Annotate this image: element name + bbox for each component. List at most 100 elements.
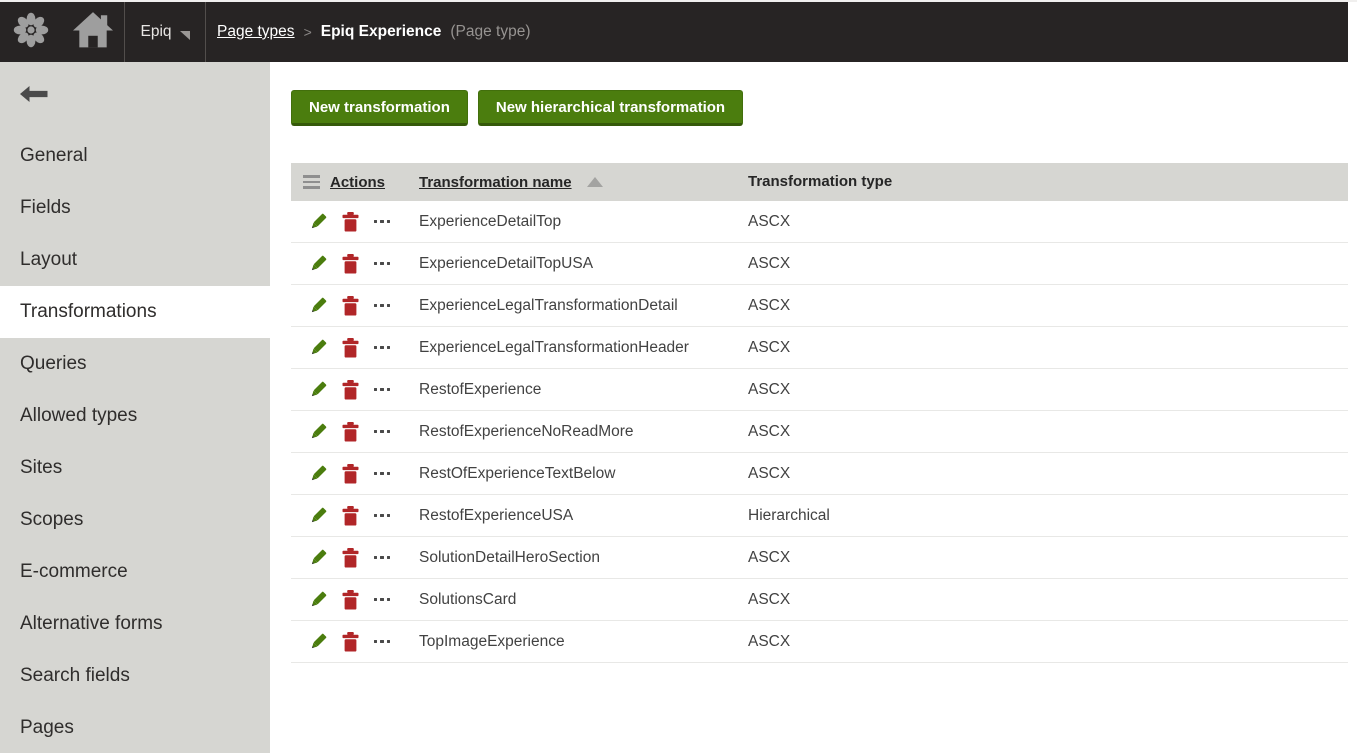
sidebar-item-general[interactable]: General <box>0 130 270 182</box>
sidebar-item-label: Queries <box>20 353 87 375</box>
transformation-type-cell: ASCX <box>748 591 1348 609</box>
transformations-table: Actions Transformation name Transformati… <box>291 163 1348 663</box>
table-row: RestOfExperienceTextBelow ASCX <box>291 453 1348 495</box>
sidebar-item-e-commerce[interactable]: E-commerce <box>0 546 270 598</box>
breadcrumb-page-type-suffix: (Page type) <box>450 23 530 41</box>
delete-trash-icon[interactable] <box>340 505 360 527</box>
table-row: ExperienceDetailTop ASCX <box>291 201 1348 243</box>
back-arrow-icon <box>19 85 49 108</box>
transformation-type-cell: ASCX <box>748 423 1348 441</box>
transformation-type-cell: ASCX <box>748 381 1348 399</box>
sidebar-nav: General Fields Layout Transformations Qu… <box>0 130 270 754</box>
delete-trash-icon[interactable] <box>340 547 360 569</box>
site-selector[interactable]: Epiq <box>125 2 205 62</box>
transformation-type-cell: ASCX <box>748 549 1348 567</box>
delete-trash-icon[interactable] <box>340 463 360 485</box>
edit-pencil-icon[interactable] <box>308 379 328 401</box>
edit-pencil-icon[interactable] <box>308 337 328 359</box>
delete-trash-icon[interactable] <box>340 379 360 401</box>
column-header-actions[interactable]: Actions <box>330 174 385 191</box>
edit-pencil-icon[interactable] <box>308 631 328 653</box>
more-actions-icon[interactable] <box>372 631 392 653</box>
more-actions-icon[interactable] <box>372 295 392 317</box>
table-row: SolutionDetailHeroSection ASCX <box>291 537 1348 579</box>
new-transformation-button[interactable]: New transformation <box>291 90 468 126</box>
back-button[interactable] <box>0 62 270 130</box>
top-header-bar: Epiq Page types > Epiq Experience (Page … <box>0 2 1348 62</box>
transformation-name-cell: RestOfExperienceTextBelow <box>419 465 748 483</box>
more-actions-icon[interactable] <box>372 211 392 233</box>
sidebar-item-queries[interactable]: Queries <box>0 338 270 390</box>
sidebar-item-transformations[interactable]: Transformations <box>0 286 270 338</box>
edit-pencil-icon[interactable] <box>308 505 328 527</box>
transformation-name-cell: RestofExperienceNoReadMore <box>419 423 748 441</box>
transformation-name-cell: ExperienceDetailTop <box>419 213 748 231</box>
transformation-name-cell: RestofExperienceUSA <box>419 507 748 525</box>
sidebar-item-pages[interactable]: Pages <box>0 702 270 754</box>
delete-trash-icon[interactable] <box>340 295 360 317</box>
breadcrumb-current-page: Epiq Experience <box>321 23 442 41</box>
new-hierarchical-transformation-button[interactable]: New hierarchical transformation <box>478 90 743 126</box>
more-actions-icon[interactable] <box>372 505 392 527</box>
delete-trash-icon[interactable] <box>340 337 360 359</box>
sidebar-item-label: Transformations <box>20 301 157 323</box>
sidebar-item-scopes[interactable]: Scopes <box>0 494 270 546</box>
delete-trash-icon[interactable] <box>340 589 360 611</box>
sidebar-item-allowed-types[interactable]: Allowed types <box>0 390 270 442</box>
more-actions-icon[interactable] <box>372 379 392 401</box>
delete-trash-icon[interactable] <box>340 253 360 275</box>
delete-trash-icon[interactable] <box>340 631 360 653</box>
breadcrumb-link-page-types[interactable]: Page types <box>217 23 295 41</box>
transformation-type-cell: ASCX <box>748 213 1348 231</box>
edit-pencil-icon[interactable] <box>308 589 328 611</box>
edit-pencil-icon[interactable] <box>308 211 328 233</box>
sidebar-item-search-fields[interactable]: Search fields <box>0 650 270 702</box>
table-header-row: Actions Transformation name Transformati… <box>291 163 1348 201</box>
sidebar-item-fields[interactable]: Fields <box>0 182 270 234</box>
more-actions-icon[interactable] <box>372 337 392 359</box>
transformation-type-cell: ASCX <box>748 339 1348 357</box>
edit-pencil-icon[interactable] <box>308 463 328 485</box>
main-content: New transformation New hierarchical tran… <box>270 62 1348 753</box>
column-header-transformation-name[interactable]: Transformation name <box>419 174 572 191</box>
table-row: ExperienceLegalTransformationHeader ASCX <box>291 327 1348 369</box>
more-actions-icon[interactable] <box>372 463 392 485</box>
sort-ascending-icon <box>587 177 603 187</box>
table-menu-icon[interactable] <box>303 175 320 189</box>
transformation-name-cell: TopImageExperience <box>419 633 748 651</box>
kentico-logo-icon <box>11 10 51 55</box>
sidebar-item-sites[interactable]: Sites <box>0 442 270 494</box>
sidebar-item-label: General <box>20 145 88 167</box>
more-actions-icon[interactable] <box>372 589 392 611</box>
delete-trash-icon[interactable] <box>340 211 360 233</box>
edit-pencil-icon[interactable] <box>308 253 328 275</box>
home-icon <box>73 12 113 53</box>
table-row: RestofExperienceNoReadMore ASCX <box>291 411 1348 453</box>
app-switcher-button[interactable] <box>0 2 62 62</box>
sidebar-item-layout[interactable]: Layout <box>0 234 270 286</box>
sidebar-item-alternative-forms[interactable]: Alternative forms <box>0 598 270 650</box>
transformation-type-cell: ASCX <box>748 633 1348 651</box>
table-row: TopImageExperience ASCX <box>291 621 1348 663</box>
edit-pencil-icon[interactable] <box>308 421 328 443</box>
transformation-type-cell: ASCX <box>748 297 1348 315</box>
sidebar-item-label: Search fields <box>20 665 130 687</box>
more-actions-icon[interactable] <box>372 421 392 443</box>
edit-pencil-icon[interactable] <box>308 295 328 317</box>
caret-down-icon <box>180 27 190 45</box>
transformation-type-cell: ASCX <box>748 255 1348 273</box>
column-header-transformation-type: Transformation type <box>748 173 892 190</box>
edit-pencil-icon[interactable] <box>308 547 328 569</box>
transformation-name-cell: SolutionsCard <box>419 591 748 609</box>
more-actions-icon[interactable] <box>372 253 392 275</box>
sidebar-item-label: Allowed types <box>20 405 137 427</box>
transformation-name-cell: RestofExperience <box>419 381 748 399</box>
table-row: RestofExperience ASCX <box>291 369 1348 411</box>
table-body: ExperienceDetailTop ASCX <box>291 201 1348 663</box>
more-actions-icon[interactable] <box>372 547 392 569</box>
transformation-name-cell: SolutionDetailHeroSection <box>419 549 748 567</box>
home-button[interactable] <box>62 2 124 62</box>
transformation-type-cell: Hierarchical <box>748 507 1348 525</box>
delete-trash-icon[interactable] <box>340 421 360 443</box>
breadcrumb: Page types > Epiq Experience (Page type) <box>217 23 531 41</box>
